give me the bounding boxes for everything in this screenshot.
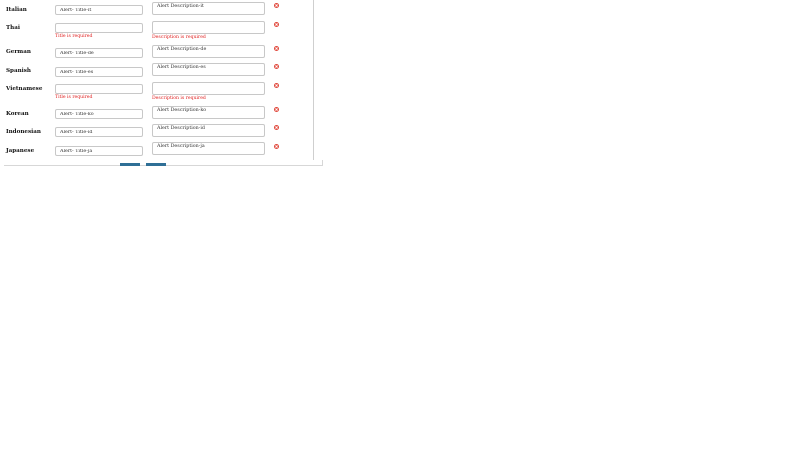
row-japanese: Japanese Alert Description-ja bbox=[0, 141, 313, 161]
description-error: Description is required bbox=[152, 35, 206, 40]
title-input-german[interactable] bbox=[55, 48, 143, 58]
row-italian: Italian Alert Description-it bbox=[0, 0, 313, 20]
remove-circle-icon[interactable] bbox=[274, 144, 279, 149]
language-label: German bbox=[6, 49, 31, 55]
row-spanish: Spanish Alert Description-es bbox=[0, 62, 313, 82]
row-thai: Thai Title is required Description is re… bbox=[0, 18, 313, 40]
row-german: German Alert Description-de bbox=[0, 43, 313, 63]
language-label: Japanese bbox=[6, 148, 35, 154]
remove-circle-icon[interactable] bbox=[274, 22, 279, 27]
description-error: Description is required bbox=[152, 96, 206, 101]
description-input-spanish[interactable]: Alert Description-es bbox=[152, 63, 265, 76]
language-label: Spanish bbox=[6, 68, 31, 74]
language-label: Vietnamese bbox=[6, 86, 43, 92]
remove-circle-icon[interactable] bbox=[274, 107, 279, 112]
primary-button[interactable] bbox=[120, 163, 140, 166]
language-label: Italian bbox=[6, 7, 27, 13]
title-input-spanish[interactable] bbox=[55, 67, 143, 77]
row-vietnamese: Vietnamese Title is required Description… bbox=[0, 80, 313, 101]
language-label: Thai bbox=[6, 25, 20, 31]
title-error: Title is required bbox=[55, 34, 93, 39]
row-indonesian: Indonesian Alert Description-id bbox=[0, 123, 313, 143]
description-input-japanese[interactable]: Alert Description-ja bbox=[152, 142, 265, 155]
translation-form: Italian Alert Description-it Thai Title … bbox=[0, 0, 800, 450]
remove-circle-icon[interactable] bbox=[274, 125, 279, 130]
description-input-italian[interactable]: Alert Description-it bbox=[152, 2, 265, 15]
title-input-indonesian[interactable] bbox=[55, 127, 143, 137]
remove-circle-icon[interactable] bbox=[274, 83, 279, 88]
description-input-thai[interactable] bbox=[152, 21, 265, 34]
remove-circle-icon[interactable] bbox=[274, 46, 279, 51]
title-input-italian[interactable] bbox=[55, 5, 143, 15]
language-label: Korean bbox=[6, 111, 29, 117]
title-input-japanese[interactable] bbox=[55, 146, 143, 156]
description-input-indonesian[interactable]: Alert Description-id bbox=[152, 124, 265, 137]
description-input-korean[interactable]: Alert Description-ko bbox=[152, 106, 265, 119]
title-input-korean[interactable] bbox=[55, 109, 143, 119]
secondary-button[interactable] bbox=[146, 163, 166, 166]
description-input-german[interactable]: Alert Description-de bbox=[152, 45, 265, 58]
title-input-thai[interactable] bbox=[55, 23, 143, 33]
remove-circle-icon[interactable] bbox=[274, 3, 279, 8]
description-input-vietnamese[interactable] bbox=[152, 82, 265, 95]
panel-right-edge bbox=[322, 160, 323, 166]
row-korean: Korean Alert Description-ko bbox=[0, 105, 313, 125]
title-input-vietnamese[interactable] bbox=[55, 84, 143, 94]
title-error: Title is required bbox=[55, 95, 93, 100]
panel-divider bbox=[313, 0, 314, 160]
language-label: Indonesian bbox=[6, 129, 41, 135]
remove-circle-icon[interactable] bbox=[274, 64, 279, 69]
